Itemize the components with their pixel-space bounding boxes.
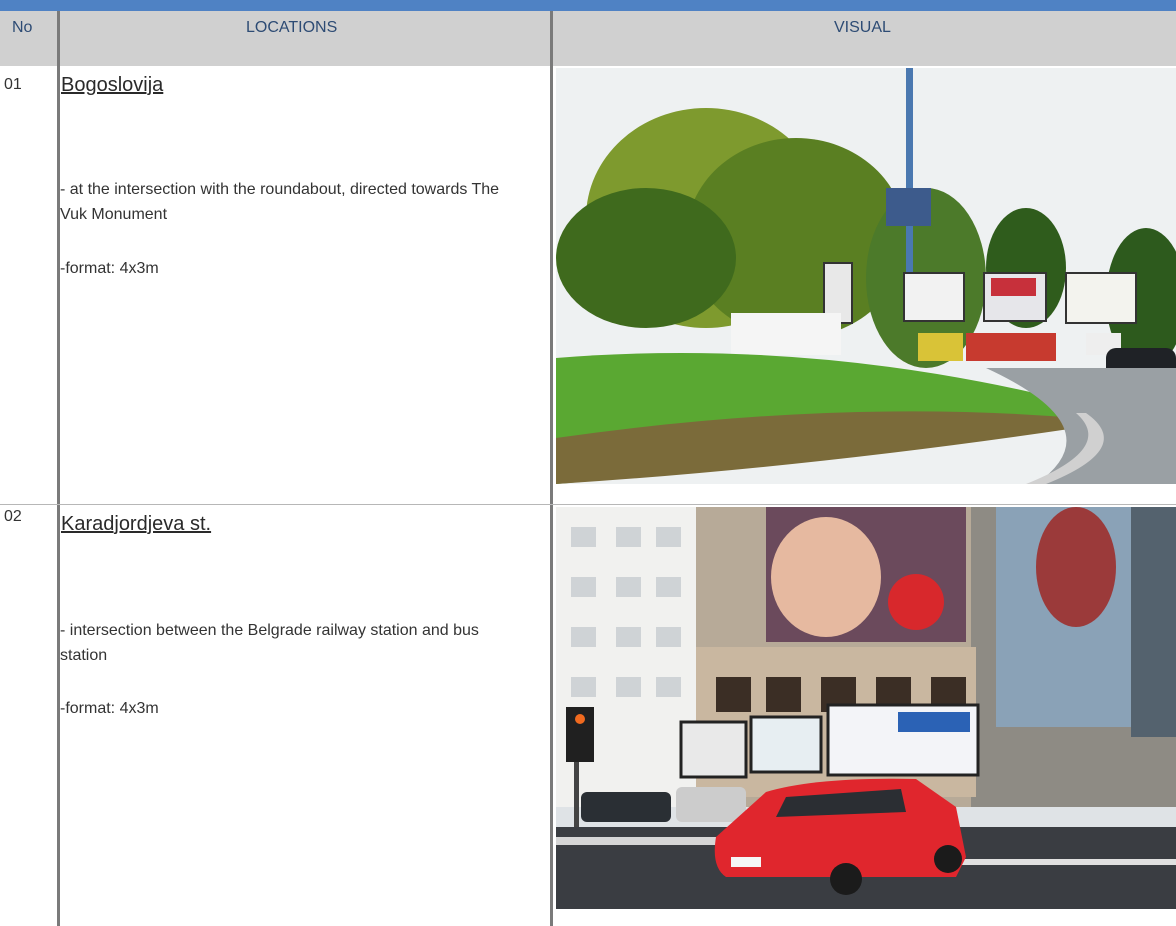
location-photo-karadjordjeva (556, 507, 1176, 909)
table-row: 01 Bogoslovija - at the intersection wit… (0, 66, 1176, 504)
location-title: Bogoslovija (61, 74, 164, 96)
location-description: - intersection between the Belgrade rail… (60, 622, 479, 664)
row-number: 02 (4, 508, 22, 525)
location-title: Karadjordjeva st. (61, 513, 212, 535)
row-number: 01 (4, 76, 22, 93)
location-photo-bogoslovija (556, 68, 1176, 484)
location-format: -format: 4x3m (60, 700, 159, 717)
location-format: -format: 4x3m (60, 260, 159, 277)
top-accent-bar (0, 0, 1176, 11)
table-header: No LOCATIONS VISUAL (0, 11, 1176, 66)
table-row: 02 Karadjordjeva st. - intersection betw… (0, 505, 1176, 926)
location-description: - at the intersection with the roundabou… (60, 181, 500, 223)
